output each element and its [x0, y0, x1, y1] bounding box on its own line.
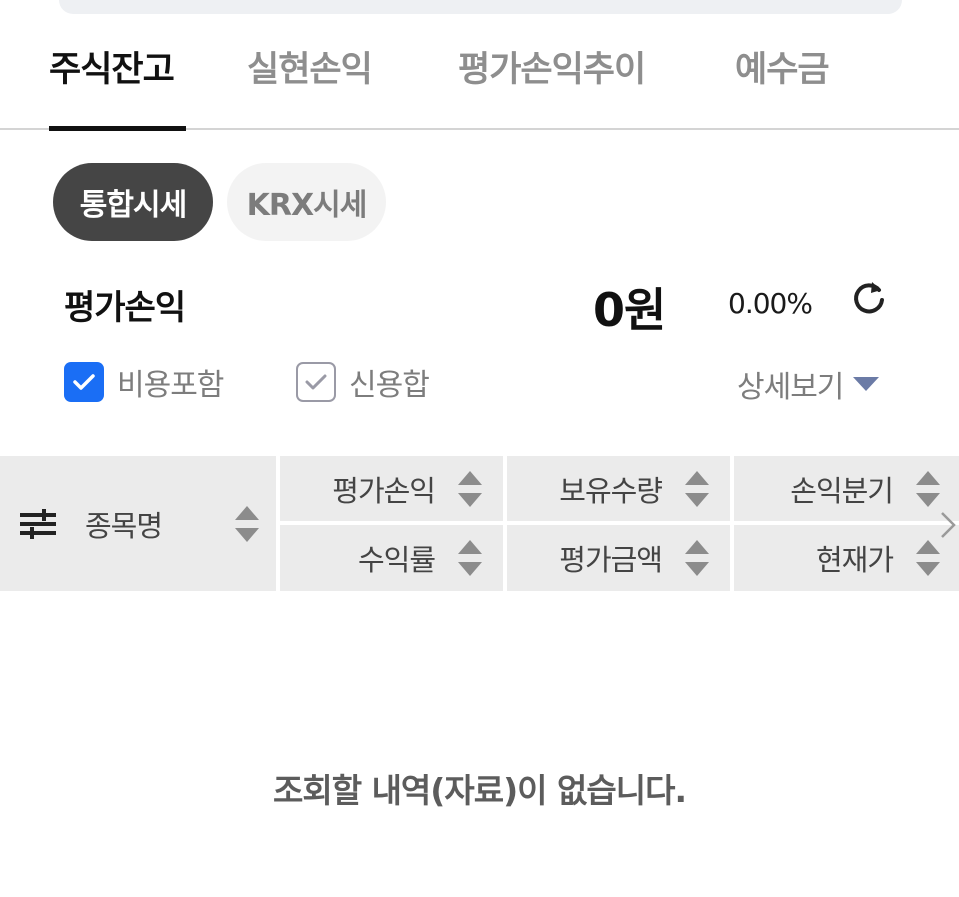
- header-breakeven[interactable]: 손익분기: [734, 456, 959, 521]
- sort-icon[interactable]: [457, 538, 483, 578]
- header-breakeven-label: 손익분기: [790, 473, 894, 508]
- holdings-table-header: 종목명 평가손익 보유수량 손익분기 수익률 평가금액 현재가: [0, 456, 959, 591]
- valuation-pnl-amount: 0원: [593, 283, 666, 337]
- tab-realized-pnl[interactable]: 실현손익: [247, 46, 373, 94]
- tab-valuation-trend[interactable]: 평가손익추이: [458, 46, 646, 94]
- header-holding-qty[interactable]: 보유수량: [507, 456, 730, 521]
- include-cost-checkbox[interactable]: 비용포함: [64, 360, 224, 404]
- sort-icon[interactable]: [684, 538, 710, 578]
- detail-view-toggle[interactable]: 상세보기: [737, 362, 880, 406]
- sort-icon[interactable]: [915, 538, 941, 578]
- tab-bar: 주식잔고 실현손익 평가손익추이 예수금: [0, 0, 959, 131]
- header-valuation-amount[interactable]: 평가금액: [507, 525, 730, 591]
- empty-state-message: 조회할 내역(자료)이 없습니다.: [273, 771, 687, 810]
- detail-view-label: 상세보기: [737, 370, 844, 405]
- credit-sum-label: 신용합: [349, 368, 430, 403]
- sort-icon[interactable]: [457, 469, 483, 509]
- caret-down-icon: [853, 377, 880, 391]
- credit-sum-checkbox[interactable]: 신용합: [296, 360, 430, 404]
- include-cost-label: 비용포함: [117, 368, 224, 403]
- header-current-price-label: 현재가: [815, 543, 894, 577]
- tab-stock-balance[interactable]: 주식잔고: [49, 46, 175, 94]
- tab-deposit[interactable]: 예수금: [735, 46, 830, 94]
- refresh-icon[interactable]: [849, 278, 889, 318]
- check-icon: [64, 362, 104, 402]
- sort-icon[interactable]: [234, 504, 260, 544]
- header-stock-name-label: 종목명: [85, 508, 163, 543]
- chevron-right-icon[interactable]: [938, 510, 958, 540]
- valuation-pnl-rate: 0.00%: [728, 287, 813, 320]
- sort-icon[interactable]: [684, 469, 710, 509]
- header-valuation-pnl-label: 평가손익: [332, 473, 436, 508]
- header-valuation-amount-label: 평가금액: [559, 543, 663, 577]
- header-return-rate-label: 수익률: [357, 543, 436, 577]
- sort-icon[interactable]: [915, 469, 941, 509]
- stock-balance-screen: 주식잔고 실현손익 평가손익추이 예수금 통합시세 KRX시세 평가손익 0원 …: [0, 0, 959, 897]
- header-valuation-pnl[interactable]: 평가손익: [280, 456, 503, 521]
- check-icon: [296, 362, 336, 402]
- integrated-price-button[interactable]: 통합시세: [53, 163, 213, 241]
- krx-price-button[interactable]: KRX시세: [227, 163, 386, 241]
- header-holding-qty-label: 보유수량: [559, 473, 663, 508]
- filter-icon[interactable]: [18, 504, 58, 544]
- valuation-pnl-label: 평가손익: [64, 288, 186, 328]
- header-stock-name[interactable]: 종목명: [0, 456, 276, 591]
- header-return-rate[interactable]: 수익률: [280, 525, 503, 591]
- active-tab-indicator: [49, 126, 186, 131]
- header-current-price[interactable]: 현재가: [734, 525, 959, 591]
